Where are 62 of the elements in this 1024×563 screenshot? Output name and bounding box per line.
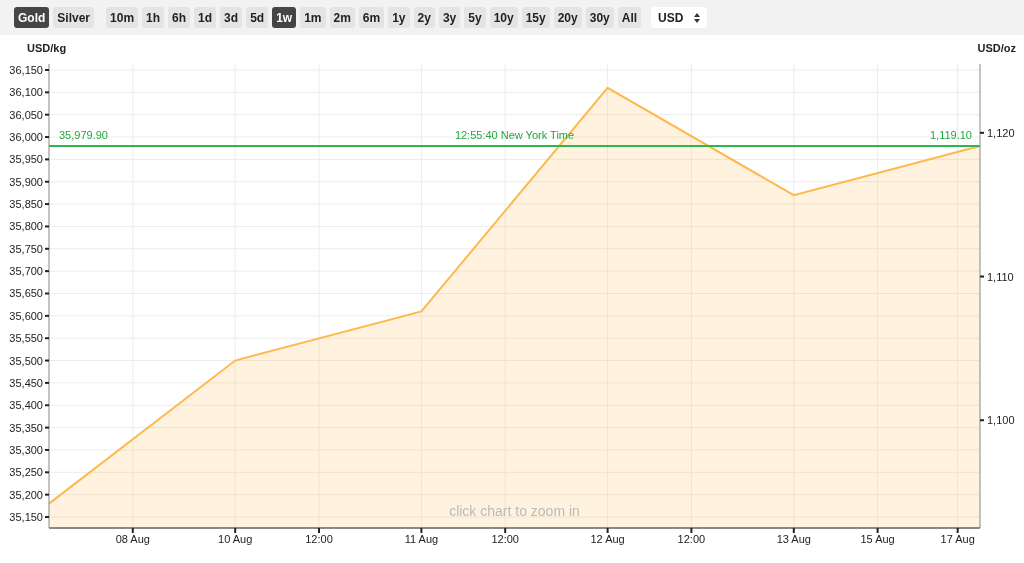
price-label: 35,979.90 xyxy=(59,129,108,141)
y-tick-label: 35,400 xyxy=(9,399,43,412)
axis-title: USD/kg xyxy=(27,42,67,54)
zoom-hint: click chart to zoom in xyxy=(449,503,580,519)
y-tick-label: 1,100 xyxy=(987,414,1015,427)
y-tick-label: 35,450 xyxy=(9,376,43,389)
x-tick-label: 10 Aug xyxy=(218,533,253,545)
range-tab[interactable]: 6m xyxy=(358,7,385,28)
x-tick-label: 12:00 xyxy=(677,533,706,545)
range-tab[interactable]: 30y xyxy=(585,7,614,28)
y-tick-label: 36,000 xyxy=(9,131,43,144)
y-tick-label: 35,250 xyxy=(9,466,43,479)
y-tick-label: 35,850 xyxy=(9,198,43,211)
range-tab[interactable]: 10m xyxy=(106,7,139,28)
range-tab[interactable]: 1m xyxy=(300,7,326,28)
x-tick-label: 08 Aug xyxy=(115,533,150,545)
range-tab[interactable]: All xyxy=(617,7,642,28)
range-tab[interactable]: 2m xyxy=(329,7,355,28)
x-tick-label: 15 Aug xyxy=(860,533,895,545)
y-tick-label: 35,350 xyxy=(9,421,43,434)
x-tick-label: 12 Aug xyxy=(590,533,625,545)
y-tick-label: 35,200 xyxy=(9,488,43,501)
range-tab[interactable]: 1h xyxy=(142,7,165,28)
range-tab[interactable]: 3y xyxy=(438,7,461,28)
y-tick-label: 35,650 xyxy=(9,287,43,300)
y-tick-label: 36,050 xyxy=(9,108,43,121)
range-tab[interactable]: 1y xyxy=(388,7,410,28)
axis-title: USD/oz xyxy=(977,42,1016,54)
y-tick-label: 1,120 xyxy=(987,126,1015,139)
metal-tab[interactable]: Silver xyxy=(53,7,95,28)
y-tick-label: 36,100 xyxy=(9,86,43,99)
range-tab[interactable]: 6h xyxy=(168,7,191,28)
y-tick-label: 35,550 xyxy=(9,332,43,345)
y-tick-label: 35,750 xyxy=(9,242,43,255)
y-tick-label: 35,300 xyxy=(9,443,43,456)
y-tick-label: 35,900 xyxy=(9,175,43,188)
updown-arrows-icon xyxy=(694,12,701,23)
x-tick-label: 12:00 xyxy=(491,533,519,545)
range-tab[interactable]: 2y xyxy=(413,7,435,28)
range-tab[interactable]: 3d xyxy=(220,7,243,28)
y-tick-label: 35,800 xyxy=(9,220,43,233)
range-tab[interactable]: 5d xyxy=(246,7,269,28)
range-tab[interactable]: 1w xyxy=(272,7,297,28)
y-tick-label: 1,110 xyxy=(987,270,1014,283)
x-tick-label: 13 Aug xyxy=(776,533,811,545)
y-tick-label: 35,150 xyxy=(9,511,43,523)
range-tab[interactable]: 10y xyxy=(489,7,518,28)
range-tab[interactable]: 15y xyxy=(521,7,550,28)
range-tab[interactable]: 20y xyxy=(553,7,582,28)
currency-select[interactable]: USD xyxy=(651,7,708,28)
y-tick-label: 35,500 xyxy=(9,354,43,367)
metal-tab[interactable]: Gold xyxy=(14,7,50,28)
y-tick-label: 35,950 xyxy=(9,153,43,166)
x-tick-label: 12:00 xyxy=(305,533,333,545)
y-tick-label: 35,600 xyxy=(9,309,43,322)
x-tick-label: 17 Aug xyxy=(940,533,975,545)
range-tab[interactable]: 5y xyxy=(464,7,486,28)
price-label: 1,119.10 xyxy=(930,129,972,141)
y-tick-label: 35,700 xyxy=(9,265,43,278)
range-tab[interactable]: 1d xyxy=(194,7,217,28)
x-tick-label: 11 Aug xyxy=(404,533,439,545)
y-tick-label: 36,150 xyxy=(9,64,43,76)
